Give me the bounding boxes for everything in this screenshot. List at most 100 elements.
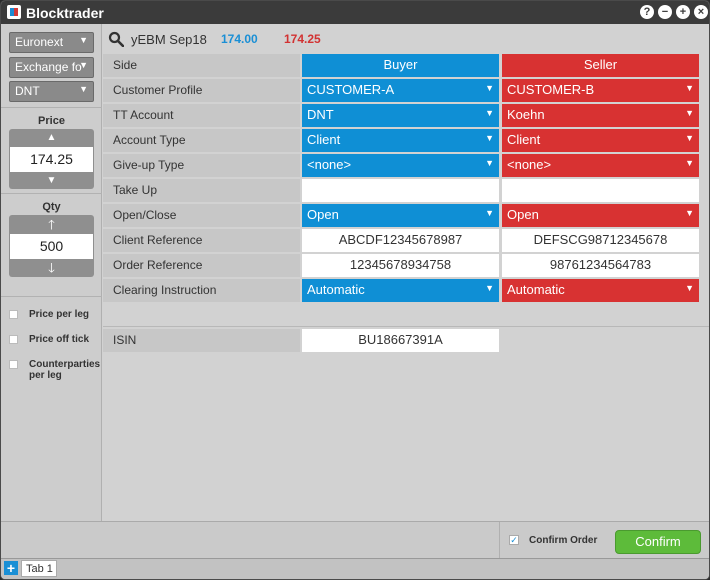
maximize-icon[interactable]: + <box>676 5 690 19</box>
buyer-account-type-dropdown[interactable]: Client ▼ <box>302 129 499 152</box>
exchange-dropdown[interactable]: Euronext ▼ <box>9 32 94 53</box>
chevron-down-icon: ▼ <box>685 283 694 293</box>
chevron-down-icon: ▼ <box>685 158 694 168</box>
buyer-client-reference-input[interactable]: ABCDF12345678987 <box>302 229 499 252</box>
chevron-down-icon: ▼ <box>485 108 494 118</box>
seller-customer-profile-dropdown[interactable]: CUSTOMER-B ▼ <box>502 79 699 102</box>
chevron-down-icon: ▼ <box>79 35 88 45</box>
chevron-down-icon: ▼ <box>485 83 494 93</box>
buyer-header: Buyer <box>302 54 499 77</box>
main-panel: yEBM Sep18 174.00 174.25 Side Buyer Sell… <box>103 24 709 521</box>
confirm-order-label: Confirm Order <box>529 535 598 546</box>
buyer-give-up-type-value: <none> <box>307 157 352 172</box>
seller-open-close-dropdown[interactable]: Open ▼ <box>502 204 699 227</box>
chevron-down-icon: ▼ <box>485 133 494 143</box>
buyer-clearing-instruction-dropdown[interactable]: Automatic ▼ <box>302 279 499 302</box>
chevron-down-icon: ▼ <box>485 208 494 218</box>
product-type-dropdown-value: Exchange fo <box>15 60 82 74</box>
seller-header: Seller <box>502 54 699 77</box>
price-off-tick-label: Price off tick <box>29 334 90 345</box>
chevron-down-icon: ▼ <box>79 84 88 94</box>
chevron-down-icon: ▼ <box>685 83 694 93</box>
tab-bar: + Tab 1 <box>1 558 709 579</box>
divider <box>499 522 500 559</box>
row-label-take-up: Take Up <box>103 179 300 202</box>
seller-clearing-instruction-dropdown[interactable]: Automatic ▼ <box>502 279 699 302</box>
buyer-tt-account-dropdown[interactable]: DNT ▼ <box>302 104 499 127</box>
ask-price: 174.25 <box>284 32 321 46</box>
checkbox[interactable] <box>9 310 18 319</box>
price-down-button[interactable]: ▼ <box>9 172 94 190</box>
product-type-dropdown[interactable]: Exchange fo ▼ <box>9 57 94 78</box>
row-label-give-up-type: Give-up Type <box>103 154 300 177</box>
exchange-dropdown-value: Euronext <box>15 35 64 49</box>
buyer-tt-account-value: DNT <box>307 107 334 122</box>
app-logo-icon <box>7 5 21 19</box>
divider <box>1 193 102 194</box>
divider <box>1 107 102 108</box>
chevron-down-icon: ▼ <box>685 133 694 143</box>
buyer-clearing-instruction-value: Automatic <box>307 282 365 297</box>
close-icon[interactable]: × <box>694 5 708 19</box>
blocktrader-window: Blocktrader ? − + × Euronext ▼ Exchange f… <box>0 0 710 580</box>
buyer-take-up-input[interactable] <box>302 179 499 202</box>
seller-give-up-type-value: <none> <box>507 157 552 172</box>
divider <box>103 326 709 327</box>
account-dropdown-value: DNT <box>15 84 40 98</box>
qty-down-button[interactable]: 🡓 <box>9 259 94 277</box>
row-label-tt-account: TT Account <box>103 104 300 127</box>
row-label-isin: ISIN <box>103 329 300 352</box>
search-icon[interactable] <box>108 31 124 47</box>
price-stepper: ▲ 174.25 ▼ <box>9 129 94 189</box>
seller-open-close-value: Open <box>507 207 539 222</box>
seller-take-up-input[interactable] <box>502 179 699 202</box>
buyer-open-close-dropdown[interactable]: Open ▼ <box>302 204 499 227</box>
checkbox[interactable] <box>9 360 18 369</box>
confirm-button[interactable]: Confirm <box>615 530 701 554</box>
counterparties-per-leg-label: Counterparties per leg <box>29 359 101 381</box>
price-up-button[interactable]: ▲ <box>9 129 94 147</box>
account-dropdown[interactable]: DNT ▼ <box>9 81 94 102</box>
chevron-down-icon: ▼ <box>485 283 494 293</box>
buyer-account-type-value: Client <box>307 132 341 147</box>
row-label-side: Side <box>103 54 300 77</box>
seller-tt-account-dropdown[interactable]: Koehn ▼ <box>502 104 699 127</box>
seller-clearing-instruction-value: Automatic <box>507 282 565 297</box>
isin-input[interactable]: BU18667391A <box>302 329 499 352</box>
price-label: Price <box>38 115 65 127</box>
qty-stepper: 🡑 500 🡓 <box>9 215 94 277</box>
buyer-open-close-value: Open <box>307 207 339 222</box>
instrument-name: yEBM Sep18 <box>131 32 207 47</box>
price-input[interactable]: 174.25 <box>10 147 93 172</box>
buyer-customer-profile-dropdown[interactable]: CUSTOMER-A ▼ <box>302 79 499 102</box>
buyer-give-up-type-dropdown[interactable]: <none> ▼ <box>302 154 499 177</box>
row-label-order-reference: Order Reference <box>103 254 300 277</box>
add-tab-button[interactable]: + <box>4 561 18 575</box>
checkbox[interactable] <box>9 335 18 344</box>
chevron-down-icon: ▼ <box>685 208 694 218</box>
checkmark-icon[interactable]: ✓ <box>509 535 519 545</box>
row-label-customer-profile: Customer Profile <box>103 79 300 102</box>
help-icon[interactable]: ? <box>640 5 654 19</box>
chevron-down-icon: ▼ <box>685 108 694 118</box>
seller-tt-account-value: Koehn <box>507 107 545 122</box>
seller-account-type-value: Client <box>507 132 541 147</box>
title-bar[interactable]: Blocktrader ? − + × <box>1 1 709 24</box>
seller-client-reference-input[interactable]: DEFSCG98712345678 <box>502 229 699 252</box>
divider <box>1 296 102 297</box>
minimize-icon[interactable]: − <box>658 5 672 19</box>
buyer-order-reference-input[interactable]: 12345678934758 <box>302 254 499 277</box>
chevron-down-icon: ▼ <box>485 158 494 168</box>
seller-give-up-type-dropdown[interactable]: <none> ▼ <box>502 154 699 177</box>
bid-price: 174.00 <box>221 32 258 46</box>
seller-customer-profile-value: CUSTOMER-B <box>507 82 595 97</box>
row-label-client-reference: Client Reference <box>103 229 300 252</box>
tab-1[interactable]: Tab 1 <box>21 560 57 577</box>
seller-account-type-dropdown[interactable]: Client ▼ <box>502 129 699 152</box>
qty-label: Qty <box>42 201 61 213</box>
price-per-leg-label: Price per leg <box>29 309 90 320</box>
qty-up-button[interactable]: 🡑 <box>9 216 94 234</box>
app-title: Blocktrader <box>26 5 104 21</box>
seller-order-reference-input[interactable]: 98761234564783 <box>502 254 699 277</box>
qty-input[interactable]: 500 <box>10 234 93 259</box>
